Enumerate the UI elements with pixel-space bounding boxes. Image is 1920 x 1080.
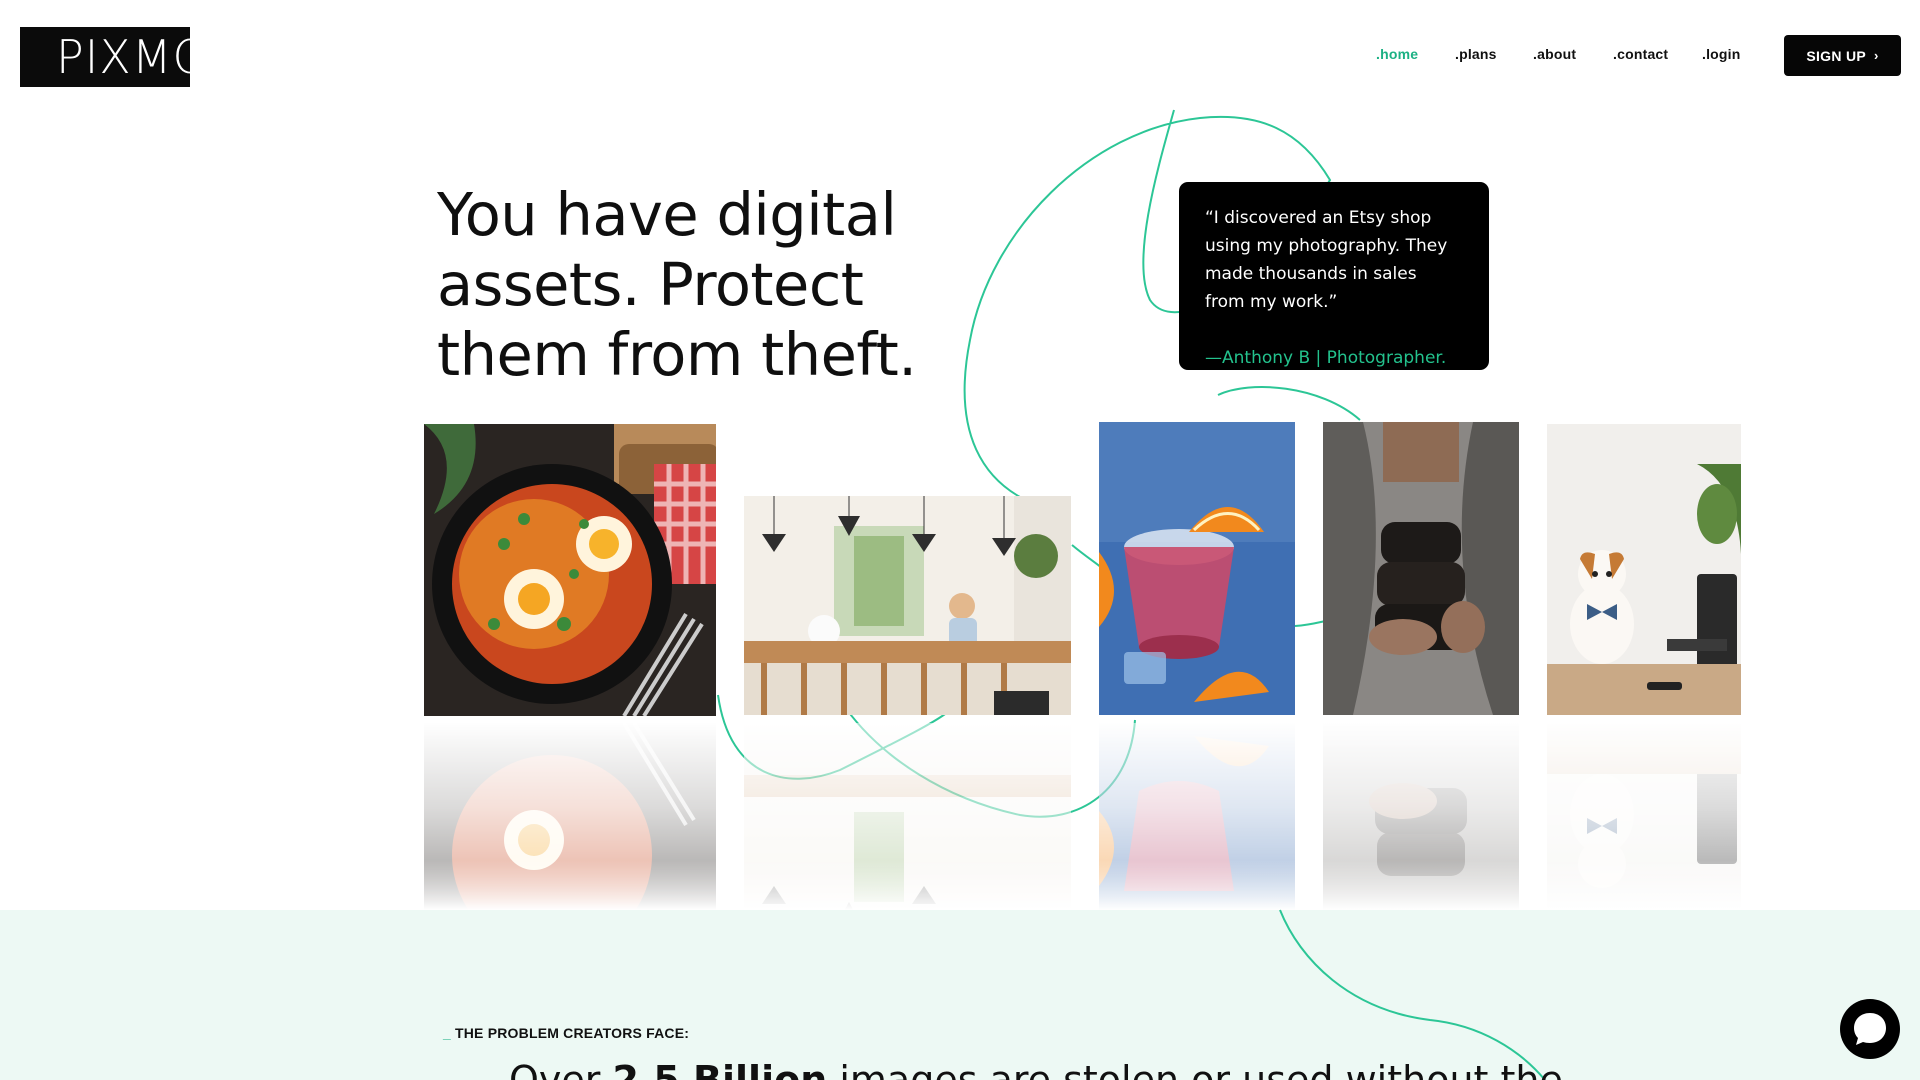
headline-line: assets. Protect <box>437 250 864 319</box>
nav-login[interactable]: .login <box>1702 46 1741 62</box>
quote-line: “I discovered an Etsy shop <box>1205 208 1432 228</box>
pottery-photo <box>1323 422 1519 715</box>
eyebrow-dash: _ <box>443 1025 451 1041</box>
testimonial-quote: “I discovered an Etsy shop using my phot… <box>1205 204 1463 316</box>
dining-room-photo <box>744 496 1071 715</box>
quote-line: from my work.” <box>1205 292 1338 312</box>
testimonial-card: “I discovered an Etsy shop using my phot… <box>1179 182 1489 370</box>
cocktail-photo <box>1099 422 1295 715</box>
nav-contact[interactable]: .contact <box>1613 46 1668 62</box>
quote-line: using my photography. They <box>1205 236 1448 256</box>
testimonial-author: —Anthony B | Photographer. <box>1205 348 1447 368</box>
headline-line: You have digital <box>437 180 897 249</box>
chat-launcher-button[interactable] <box>1840 999 1900 1059</box>
hero-headline: You have digital assets. Protect them fr… <box>437 180 957 390</box>
sign-up-label: SIGN UP <box>1806 47 1867 64</box>
gallery-fade <box>0 860 1920 910</box>
main-nav: .home .plans .about .contact .login <box>0 46 1920 66</box>
stat-highlight: 2.5 Billion <box>612 1058 828 1080</box>
problem-eyebrow: _ THE PROBLEM CREATORS FACE: <box>443 1025 689 1041</box>
headline-line: them from theft. <box>437 320 917 389</box>
stat-prefix: Over <box>509 1058 613 1080</box>
chevron-right-icon: › <box>1874 48 1879 63</box>
stat-suffix: images are stolen or used without the <box>827 1058 1563 1080</box>
nav-home[interactable]: .home <box>1376 46 1418 62</box>
quote-line: made thousands in sales <box>1205 264 1417 284</box>
sign-up-button[interactable]: SIGN UP › <box>1784 35 1901 76</box>
problem-stat: Over 2.5 Billion images are stolen or us… <box>509 1058 1563 1080</box>
chat-bubble-icon <box>1854 1013 1886 1045</box>
eyebrow-text: THE PROBLEM CREATORS FACE: <box>455 1025 690 1041</box>
problem-section <box>0 910 1920 1080</box>
nav-plans[interactable]: .plans <box>1455 46 1497 62</box>
shakshuka-photo <box>424 424 716 716</box>
nav-about[interactable]: .about <box>1533 46 1576 62</box>
dog-desk-photo <box>1547 424 1741 715</box>
